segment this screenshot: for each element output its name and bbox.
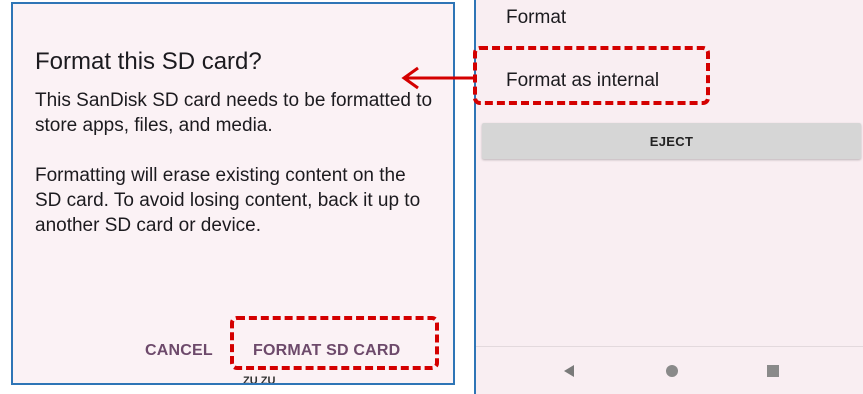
dialog-title: Format this SD card?: [35, 48, 262, 75]
recents-icon[interactable]: [767, 365, 779, 377]
menu-item-format[interactable]: Format: [506, 5, 566, 31]
dialog-message-2: Formatting will erase existing content o…: [35, 165, 421, 236]
back-icon[interactable]: [564, 365, 574, 377]
highlight-format-as-internal: [473, 46, 710, 105]
eject-button[interactable]: EJECT: [482, 123, 861, 159]
arrow-left-icon: [401, 66, 474, 90]
highlight-format-sd-card: [230, 316, 439, 370]
cancel-button[interactable]: CANCEL: [145, 339, 213, 363]
dialog-message-1: This SanDisk SD card needs to be formatt…: [35, 90, 433, 136]
format-sd-dialog: Format this SD card? This SanDisk SD car…: [35, 46, 435, 238]
partially-hidden-text: ZU ZU: [243, 375, 276, 385]
dialog-body: This SanDisk SD card needs to be formatt…: [35, 88, 435, 238]
home-icon[interactable]: [666, 365, 678, 377]
navigation-bar: [476, 346, 863, 394]
annotated-screenshot: Format this SD card? This SanDisk SD car…: [0, 0, 863, 394]
